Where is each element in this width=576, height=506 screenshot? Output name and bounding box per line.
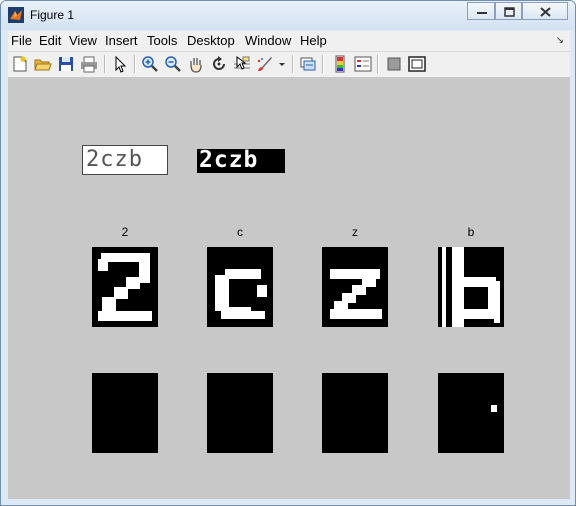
legend-icon	[354, 56, 372, 72]
char-residual-image-1	[92, 373, 158, 453]
minimize-button[interactable]	[467, 2, 495, 20]
pan-icon	[190, 58, 202, 73]
char-residual-image-4	[438, 373, 504, 453]
zoom-in-button[interactable]	[141, 55, 159, 73]
binary-captcha-image: 2czb	[197, 147, 285, 173]
char-title-1: 2	[121, 225, 129, 239]
residual-pixel-mark	[491, 405, 497, 412]
pointer-button[interactable]	[111, 55, 129, 73]
pointer-icon	[115, 55, 127, 73]
menu-desktop[interactable]: Desktop	[187, 33, 235, 48]
brush-icon	[257, 57, 272, 71]
link-button[interactable]	[299, 55, 317, 73]
brush-dropdown-icon	[279, 63, 285, 66]
char-residual-image-2	[207, 373, 273, 453]
char-title-4: b	[467, 225, 475, 239]
binary-captcha-text: 2czb	[199, 147, 259, 173]
toolbar-separator	[134, 55, 136, 73]
restore-icon	[504, 7, 515, 17]
rotate-button[interactable]	[210, 55, 228, 73]
maximize-button[interactable]	[495, 2, 522, 20]
zoom-out-icon	[165, 56, 181, 72]
print-button[interactable]	[80, 55, 98, 73]
menu-help[interactable]: Help	[300, 33, 327, 48]
char-title-3: z	[352, 225, 358, 239]
toolbar-separator	[377, 55, 379, 73]
rotate-icon	[213, 56, 225, 70]
char-image-2	[207, 247, 273, 327]
save-icon	[59, 57, 73, 71]
figure-window: Figure 1 File Edit View Insert Tools Des…	[0, 0, 576, 506]
show-tools-icon	[408, 56, 426, 72]
open-icon	[34, 59, 52, 71]
print-icon	[81, 56, 97, 73]
title-bar[interactable]: Figure 1	[1, 1, 575, 30]
zoom-out-button[interactable]	[164, 55, 182, 73]
char-title-2: c	[237, 225, 243, 239]
char-residual-image-3	[322, 373, 388, 453]
brush-button[interactable]	[256, 55, 274, 73]
toolbar-separator	[104, 55, 106, 73]
hide-tools-button[interactable]	[385, 55, 403, 73]
menu-view[interactable]: View	[69, 33, 97, 48]
colorbar-icon	[335, 55, 345, 73]
menu-window[interactable]: Window	[245, 33, 291, 48]
figure-toolbar	[8, 52, 570, 78]
menu-file[interactable]: File	[11, 33, 32, 48]
data-cursor-button[interactable]	[233, 55, 251, 73]
original-captcha-image: 2czb	[82, 145, 168, 175]
minimize-icon	[477, 12, 487, 14]
data-cursor-icon	[234, 56, 250, 70]
hide-tools-icon	[387, 57, 401, 71]
menu-bar: File Edit View Insert Tools Desktop Wind…	[8, 31, 570, 52]
dock-arrow-icon[interactable]: ↘	[556, 35, 564, 46]
colorbar-button[interactable]	[331, 55, 349, 73]
char-glyph-b	[442, 247, 500, 327]
brush-dropdown-button[interactable]	[277, 55, 287, 73]
open-button[interactable]	[34, 55, 52, 73]
menu-edit[interactable]: Edit	[39, 33, 61, 48]
new-figure-button[interactable]	[11, 55, 29, 73]
char-image-3	[322, 247, 388, 327]
save-button[interactable]	[57, 55, 75, 73]
link-icon	[300, 57, 316, 71]
zoom-in-icon	[142, 56, 158, 72]
legend-button[interactable]	[354, 55, 372, 73]
close-button[interactable]	[522, 2, 568, 20]
char-image-1	[92, 247, 158, 327]
char-glyph-z	[330, 269, 382, 319]
close-icon	[540, 7, 551, 17]
new-figure-icon	[13, 56, 27, 72]
menu-tools[interactable]: Tools	[147, 33, 177, 48]
toolbar-separator	[322, 55, 324, 73]
menu-insert[interactable]: Insert	[105, 33, 138, 48]
char-image-4	[438, 247, 504, 327]
window-title: Figure 1	[30, 8, 75, 22]
pan-button[interactable]	[187, 55, 205, 73]
show-tools-button[interactable]	[408, 55, 426, 73]
figure-canvas[interactable]: 2czb 2czb 2 c z b	[8, 78, 570, 499]
char-glyph-c	[215, 269, 267, 319]
char-glyph-2	[98, 253, 152, 321]
toolbar-separator	[292, 55, 294, 73]
captcha-text: 2czb	[86, 147, 143, 172]
matlab-icon	[8, 7, 24, 23]
